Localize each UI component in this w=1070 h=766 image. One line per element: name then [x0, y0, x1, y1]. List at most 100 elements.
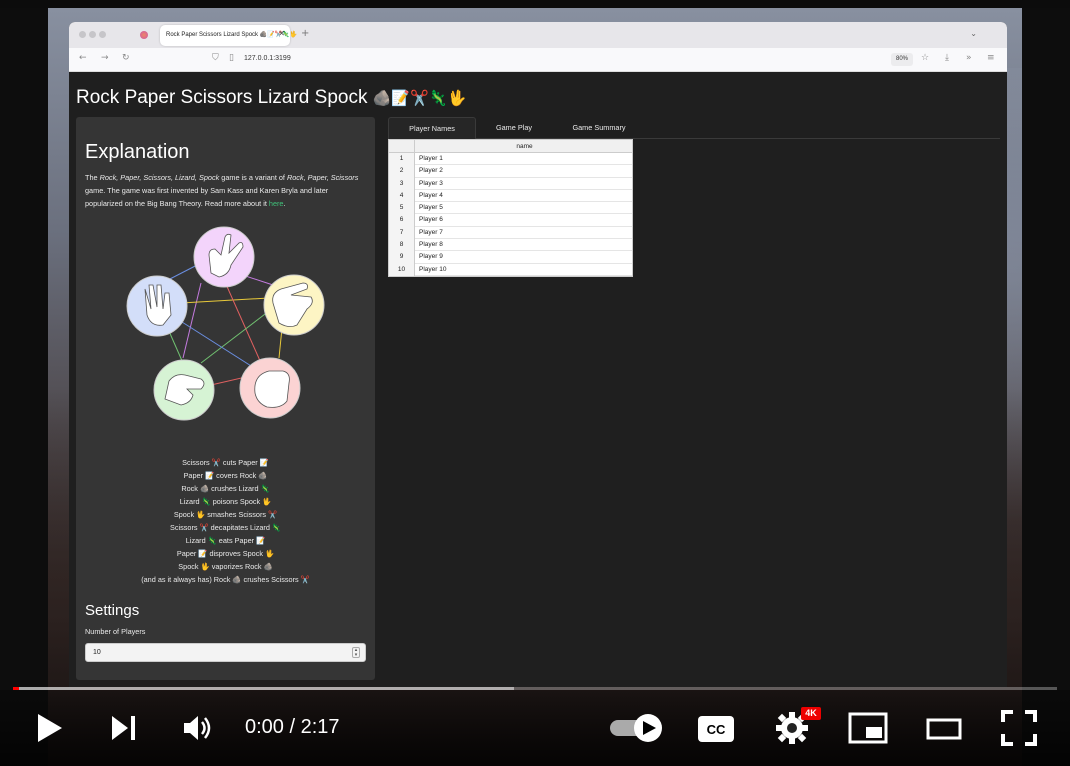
rule-item: Scissors ✂️ decapitates Lizard 🦎: [169, 523, 282, 532]
overflow-chevrons-icon[interactable]: »: [966, 53, 972, 63]
zoom-window-icon[interactable]: [99, 31, 106, 38]
back-icon[interactable]: ←: [79, 53, 87, 63]
table-row[interactable]: 9 Player 9: [389, 251, 632, 264]
explanation-fragment: game. The game was first invented by Sam…: [85, 186, 329, 208]
table-row[interactable]: 6 Player 6: [389, 214, 632, 227]
rock-hand-icon: [254, 370, 290, 408]
table-row[interactable]: 5 Player 5: [389, 202, 632, 215]
close-tab-icon[interactable]: ✕: [278, 29, 285, 38]
tab-player-names[interactable]: Player Names: [388, 117, 476, 139]
rules-list: Scissors ✂️ cuts Paper 📝 Paper 📝 covers …: [76, 456, 375, 586]
row-index: 1: [389, 153, 415, 166]
time-display: 0:00 / 2:17: [245, 716, 340, 738]
rule-item: Scissors ✂️ cuts Paper 📝: [182, 458, 269, 467]
table-row[interactable]: 2 Player 2: [389, 165, 632, 178]
page-icon: ▯: [229, 53, 234, 63]
table-row[interactable]: 7 Player 7: [389, 226, 632, 240]
explanation-fragment: .: [283, 199, 286, 208]
tab-game-play[interactable]: Game Play: [482, 117, 546, 139]
tab-game-summary[interactable]: Game Summary: [560, 117, 638, 139]
row-index: 8: [389, 239, 415, 252]
player-name-cell[interactable]: Player 4: [419, 190, 443, 202]
rule-item: Paper 📝 covers Rock 🪨: [183, 471, 268, 480]
row-index: 3: [389, 177, 415, 190]
table-row[interactable]: 4 Player 4: [389, 189, 632, 203]
captions-icon[interactable]: CC: [697, 715, 735, 743]
player-name-cell[interactable]: Player 10: [419, 264, 446, 276]
address-bar[interactable]: 127.0.0.1:3199: [244, 55, 291, 62]
player-name-cell[interactable]: Player 8: [419, 239, 443, 251]
explanation-emphasis: Rock, Paper, Scissors: [286, 173, 359, 182]
title-emoji: 🪨📝✂️🦎🖖: [372, 90, 467, 107]
player-name-cell[interactable]: Player 5: [419, 202, 443, 214]
fullscreen-icon[interactable]: [1001, 710, 1037, 746]
row-index: 9: [389, 251, 415, 264]
number-of-players-label: Number of Players: [85, 627, 146, 636]
number-of-players-value: 10: [93, 649, 101, 656]
browser-tab-bar: Rock Paper Scissors Lizard Spock 🪨📝✂️🦎🖖 …: [69, 22, 1007, 48]
autoplay-toggle-icon[interactable]: [608, 712, 664, 744]
table-index-header: [389, 140, 415, 153]
table-row[interactable]: 1 Player 1: [389, 153, 632, 166]
zoom-level[interactable]: 80%: [891, 53, 913, 66]
menu-icon[interactable]: ≡: [987, 53, 995, 63]
close-window-icon[interactable]: [79, 31, 86, 38]
sidebar-panel: Explanation The Rock, Paper, Scissors, L…: [76, 117, 375, 680]
bookmark-star-icon[interactable]: ☆: [921, 53, 929, 63]
player-controls-shade: [0, 690, 1070, 766]
row-index: 2: [389, 165, 415, 178]
quality-badge: 4K: [801, 707, 821, 720]
progress-played: [13, 687, 20, 690]
player-name-cell[interactable]: Player 9: [419, 251, 443, 263]
table-column-header: name: [516, 143, 533, 150]
svg-text:CC: CC: [707, 722, 726, 737]
top-strip: [0, 0, 1070, 8]
next-icon[interactable]: [110, 714, 138, 742]
browser-tab[interactable]: Rock Paper Scissors Lizard Spock 🪨📝✂️🦎🖖 …: [160, 25, 297, 46]
row-index: 4: [389, 189, 415, 203]
table-row[interactable]: 10 Player 10: [389, 263, 632, 276]
table-body: 1 Player 1 2 Player 2 3 Player 3 4 Player 4 5 Pla…: [389, 153, 632, 276]
player-name-cell[interactable]: Player 6: [419, 214, 443, 226]
rule-item: Lizard 🦎 poisons Spock 🖖: [179, 497, 272, 506]
miniplayer-icon[interactable]: [848, 712, 888, 744]
player-name-cell[interactable]: Player 1: [419, 153, 443, 165]
table-header: name: [389, 140, 632, 153]
rule-item: (and as it always has) Rock 🪨 crushes Sc…: [141, 575, 310, 584]
progress-buffered: [13, 687, 515, 690]
volume-icon[interactable]: [182, 713, 214, 743]
new-tab-icon[interactable]: +: [301, 28, 309, 39]
browser-nav-bar: ← → ↻ ⛉ ▯ 127.0.0.1:3199 80% ☆ ⤓ » ≡: [69, 48, 1007, 72]
table-row[interactable]: 8 Player 8: [389, 239, 632, 252]
play-icon[interactable]: [36, 712, 64, 744]
rule-item: Paper 📝 disproves Spock 🖖: [176, 549, 275, 558]
rule-item: Rock 🪨 crushes Lizard 🦎: [181, 484, 270, 493]
read-more-link[interactable]: here: [269, 199, 284, 208]
downloads-icon[interactable]: ⤓: [945, 53, 949, 63]
row-index: 10: [389, 263, 415, 276]
rule-item: Spock 🖖 vaporizes Rock 🪨: [178, 562, 273, 571]
rule-item: Lizard 🦎 eats Paper 📝: [185, 536, 266, 545]
number-of-players-input[interactable]: 10 ▴ ▾: [85, 643, 366, 662]
tab-list-chevron-icon[interactable]: ⌄: [970, 29, 977, 38]
player-name-cell[interactable]: Player 3: [419, 178, 443, 190]
forward-icon[interactable]: →: [101, 53, 109, 63]
page-title: Rock Paper Scissors Lizard Spock 🪨📝✂️🦎🖖: [76, 87, 466, 109]
minimize-window-icon[interactable]: [89, 31, 96, 38]
firefox-view-icon[interactable]: [140, 31, 148, 39]
shield-icon[interactable]: ⛉: [212, 53, 219, 63]
explanation-emphasis: Rock, Paper, Scissors, Lizard, Spock: [99, 173, 220, 182]
player-name-cell[interactable]: Player 7: [419, 227, 443, 239]
explanation-heading: Explanation: [85, 141, 190, 163]
explanation-text: The Rock, Paper, Scissors, Lizard, Spock…: [85, 171, 367, 210]
explanation-fragment: game is a variant of: [219, 173, 287, 182]
progress-bar[interactable]: [13, 687, 1057, 690]
number-stepper-icon[interactable]: ▴ ▾: [352, 647, 360, 658]
arrow-scissors-lizard: [182, 282, 202, 359]
table-row[interactable]: 3 Player 3: [389, 177, 632, 190]
player-name-cell[interactable]: Player 2: [419, 165, 443, 177]
theater-mode-icon[interactable]: [926, 717, 962, 741]
row-index: 7: [389, 226, 415, 240]
screen: Rock Paper Scissors Lizard Spock 🪨📝✂️🦎🖖 …: [0, 0, 1070, 766]
reload-icon[interactable]: ↻: [122, 53, 130, 63]
